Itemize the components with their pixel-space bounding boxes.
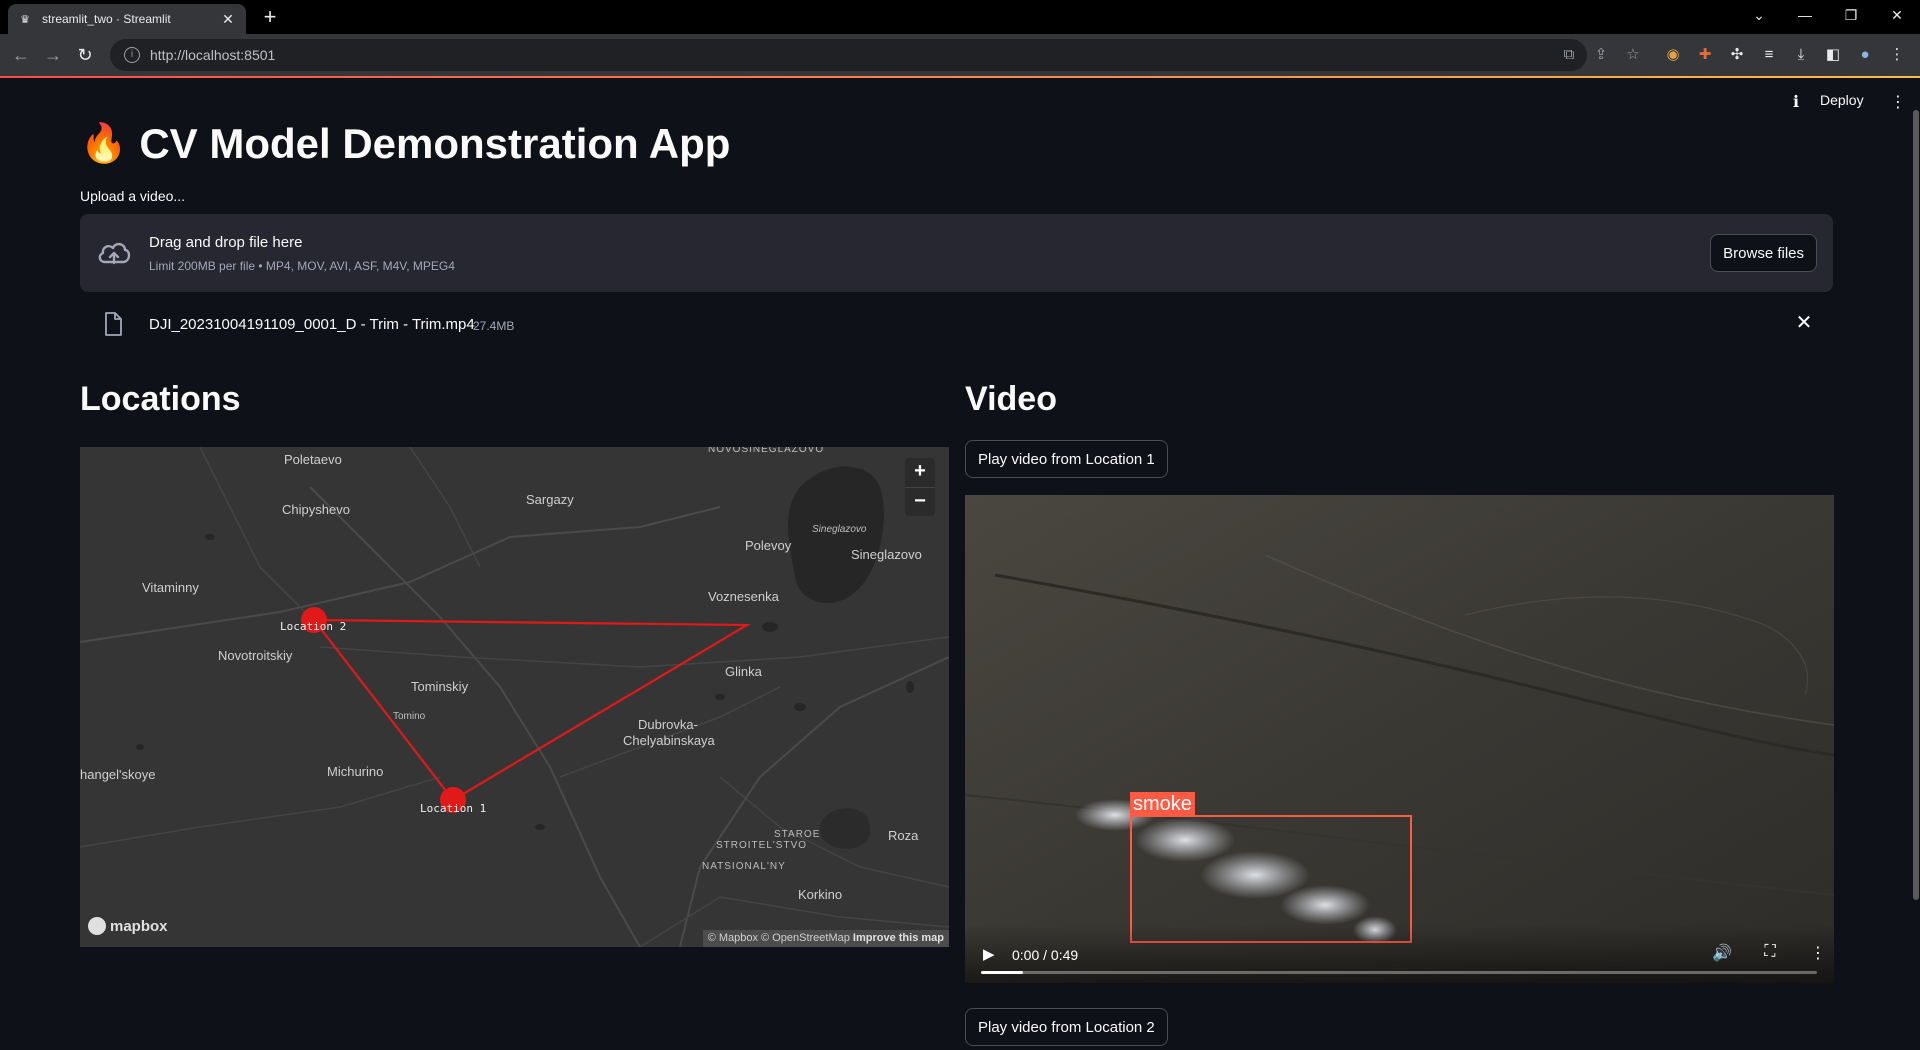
streamlit-decoration-line (0, 76, 1920, 78)
main-menu-icon[interactable]: ⋮ (1886, 90, 1910, 114)
url-text: http://localhost:8501 (150, 47, 276, 63)
video-player[interactable]: smoke ▶ 0:00 / 0:49 🔊 ⛶ ⋮ (965, 495, 1834, 983)
close-window-button[interactable]: ✕ (1874, 0, 1920, 30)
reading-list-icon[interactable]: ≡ (1757, 42, 1781, 66)
mapbox-logo[interactable]: mapbox (88, 917, 168, 935)
forward-arrow-icon[interactable]: → (40, 42, 66, 68)
uploaded-file-name: DJI_20231004191109_0001_D - Trim - Trim.… (149, 316, 475, 333)
fire-emoji-icon: 🔥 (80, 123, 128, 165)
upload-label: Upload a video... (80, 188, 186, 204)
browser-tab[interactable]: ♛ streamlit_two · Streamlit ✕ (8, 4, 246, 34)
tab-title: streamlit_two · Streamlit (42, 12, 171, 26)
browser-menu-icon[interactable]: ⋮ (1885, 42, 1909, 66)
play-location-1-button[interactable]: Play video from Location 1 (965, 440, 1168, 478)
marker-label-location-1: Location 1 (420, 802, 487, 815)
zoom-in-button[interactable]: + (905, 458, 935, 487)
restore-button[interactable]: ❐ (1828, 0, 1874, 30)
detection-box (1130, 815, 1412, 943)
translate-icon[interactable]: ⧉ (1557, 42, 1581, 66)
extension-shield-icon[interactable]: ✚ (1693, 42, 1717, 66)
dropzone-limits: Limit 200MB per file • MP4, MOV, AVI, AS… (149, 259, 455, 273)
main-content: 🔥 CV Model Demonstration App Upload a vi… (80, 110, 1833, 354)
play-icon[interactable]: ▶ (983, 945, 995, 963)
map-zoom-control: + − (905, 458, 935, 516)
file-dropzone[interactable]: Drag and drop file here Limit 200MB per … (80, 214, 1833, 292)
page-title: 🔥 CV Model Demonstration App (80, 110, 1833, 178)
close-tab-icon[interactable]: ✕ (220, 11, 236, 27)
minimize-button[interactable]: — (1782, 0, 1828, 30)
back-arrow-icon[interactable]: ← (8, 42, 34, 68)
site-info-icon[interactable]: i (124, 47, 140, 63)
zoom-out-button[interactable]: − (905, 487, 935, 516)
dropzone-title: Drag and drop file here (149, 234, 303, 251)
side-panel-icon[interactable]: ◧ (1821, 42, 1845, 66)
new-tab-button[interactable]: + (258, 6, 282, 30)
share-icon[interactable]: ⇪ (1589, 42, 1613, 66)
video-options-icon[interactable]: ⋮ (1808, 943, 1828, 963)
bookmark-star-icon[interactable]: ☆ (1621, 42, 1645, 66)
play-location-2-button[interactable]: Play video from Location 2 (965, 1008, 1168, 1046)
page-title-text: CV Model Demonstration App (139, 120, 731, 167)
improve-map-link[interactable]: Improve this map (853, 932, 944, 944)
locations-map[interactable]: Poletaevo Chipyshevo Sargazy NOVOSINEGLA… (80, 447, 949, 947)
file-icon (105, 312, 122, 336)
map-attribution: © Mapbox © OpenStreetMap Improve this ma… (702, 930, 949, 947)
attribution-text[interactable]: © Mapbox © OpenStreetMap (708, 932, 850, 944)
video-controls: ▶ 0:00 / 0:49 🔊 ⛶ ⋮ (965, 925, 1834, 983)
profile-avatar-icon[interactable]: ● (1853, 42, 1877, 66)
download-icon[interactable]: ⤓ (1789, 42, 1813, 66)
address-bar[interactable]: i http://localhost:8501 (110, 39, 1587, 71)
tab-search-icon[interactable]: ⌄ (1736, 0, 1782, 30)
cloud-upload-icon (98, 242, 131, 265)
video-progress-fill (981, 971, 1023, 974)
fullscreen-icon[interactable]: ⛶ (1760, 943, 1780, 961)
remove-file-icon[interactable]: ✕ (1793, 312, 1815, 334)
streamlit-crown-icon: ♛ (20, 13, 30, 26)
extension-fox-icon[interactable]: ◉ (1661, 42, 1685, 66)
volume-icon[interactable]: 🔊 (1712, 943, 1732, 963)
reload-icon[interactable]: ↻ (72, 42, 98, 68)
mapbox-logo-text: mapbox (110, 917, 168, 935)
browse-files-button[interactable]: Browse files (1710, 234, 1817, 272)
video-time: 0:00 / 0:49 (1012, 947, 1079, 963)
video-progress-bar[interactable] (981, 971, 1817, 974)
route-layer (301, 607, 751, 813)
video-heading: Video (965, 380, 1057, 418)
extensions-puzzle-icon[interactable]: ✣ (1725, 42, 1749, 66)
uploaded-file-size: 27.4MB (473, 319, 515, 333)
locations-heading: Locations (80, 380, 241, 418)
page-scrollbar[interactable] (1913, 110, 1919, 900)
mapbox-logo-icon (88, 917, 106, 935)
browser-tab-bar: ♛ streamlit_two · Streamlit ✕ + ⌄ — ❐ ✕ (0, 0, 1920, 34)
detection-label-smoke: smoke (1130, 792, 1195, 816)
deploy-button[interactable]: Deploy (1820, 92, 1864, 108)
marker-label-location-2: Location 2 (280, 620, 347, 633)
uploaded-file-row: DJI_20231004191109_0001_D - Trim - Trim.… (80, 292, 1833, 354)
